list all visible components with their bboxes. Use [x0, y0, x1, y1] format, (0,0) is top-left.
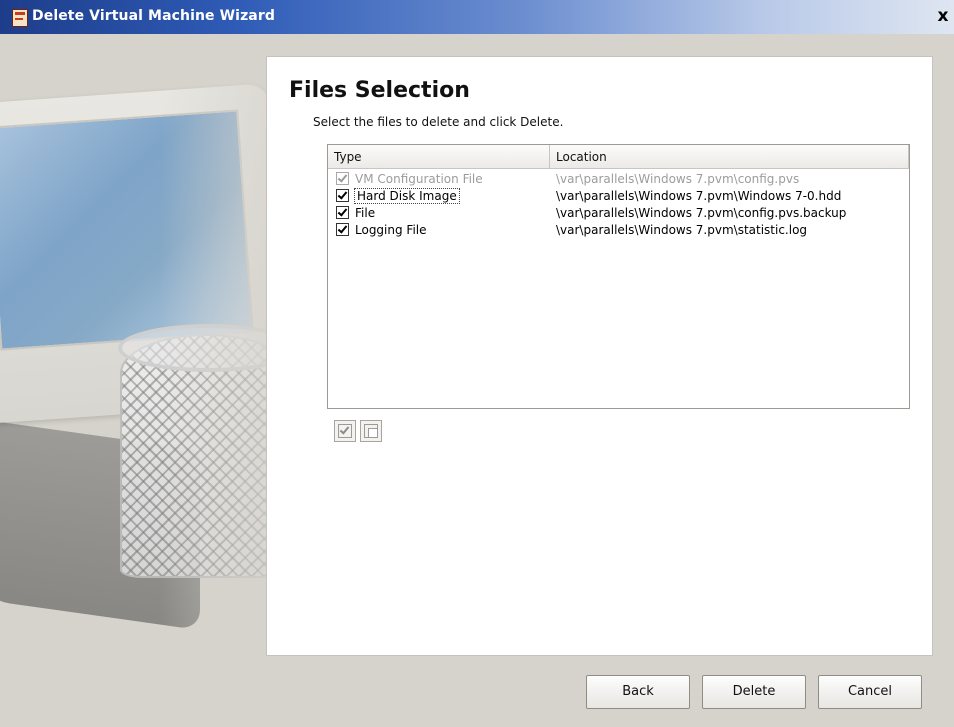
file-checkbox[interactable] — [336, 189, 349, 202]
file-location: \var\parallels\Windows 7.pvm\config.pvs — [556, 171, 800, 186]
table-toolbar — [334, 420, 382, 442]
column-header-type[interactable]: Type — [328, 145, 550, 169]
file-checkbox[interactable] — [336, 206, 349, 219]
file-type-label: File — [355, 205, 376, 220]
table-row[interactable]: VM Configuration File \var\parallels\Win… — [328, 170, 909, 187]
cancel-button[interactable]: Cancel — [818, 675, 922, 709]
type-cell: VM Configuration File — [328, 172, 550, 186]
type-cell: Logging File — [328, 223, 550, 237]
file-checkbox[interactable] — [336, 172, 349, 185]
table-row[interactable]: File \var\parallels\Windows 7.pvm\config… — [328, 204, 909, 221]
file-type-label: Hard Disk Image — [354, 187, 460, 204]
clear-all-button[interactable] — [360, 420, 382, 442]
wizard-illustration — [0, 34, 300, 654]
file-location: \var\parallels\Windows 7.pvm\config.pvs.… — [556, 205, 847, 220]
files-table: Type Location VM Configuration File \var… — [327, 144, 910, 409]
file-location: \var\parallels\Windows 7.pvm\Windows 7-0… — [556, 188, 842, 203]
type-cell: File — [328, 206, 550, 220]
close-button[interactable]: x — [932, 5, 954, 27]
select-all-button[interactable] — [334, 420, 356, 442]
title-bar: Delete Virtual Machine Wizard x — [0, 0, 954, 34]
content-panel: Files Selection Select the files to dele… — [266, 56, 933, 656]
table-row[interactable]: Logging File \var\parallels\Windows 7.pv… — [328, 221, 909, 238]
table-rows: VM Configuration File \var\parallels\Win… — [328, 170, 909, 238]
table-header: Type Location — [328, 145, 909, 169]
window-title: Delete Virtual Machine Wizard — [32, 8, 275, 24]
uncheck-all-icon — [364, 424, 378, 438]
file-checkbox[interactable] — [336, 223, 349, 236]
file-location: \var\parallels\Windows 7.pvm\statistic.l… — [556, 222, 808, 237]
delete-button[interactable]: Delete — [702, 675, 806, 709]
file-type-label: Logging File — [355, 222, 427, 237]
back-button[interactable]: Back — [586, 675, 690, 709]
file-type-label: VM Configuration File — [355, 171, 483, 186]
type-cell: Hard Disk Image — [328, 187, 550, 204]
column-header-location[interactable]: Location — [550, 145, 909, 169]
check-all-icon — [338, 424, 352, 438]
page-title: Files Selection — [289, 78, 470, 103]
wizard-icon — [12, 9, 28, 27]
page-instruction: Select the files to delete and click Del… — [313, 115, 564, 129]
table-row[interactable]: Hard Disk Image \var\parallels\Windows 7… — [328, 187, 909, 204]
wizard-window: Delete Virtual Machine Wizard x Files Se… — [0, 0, 954, 727]
